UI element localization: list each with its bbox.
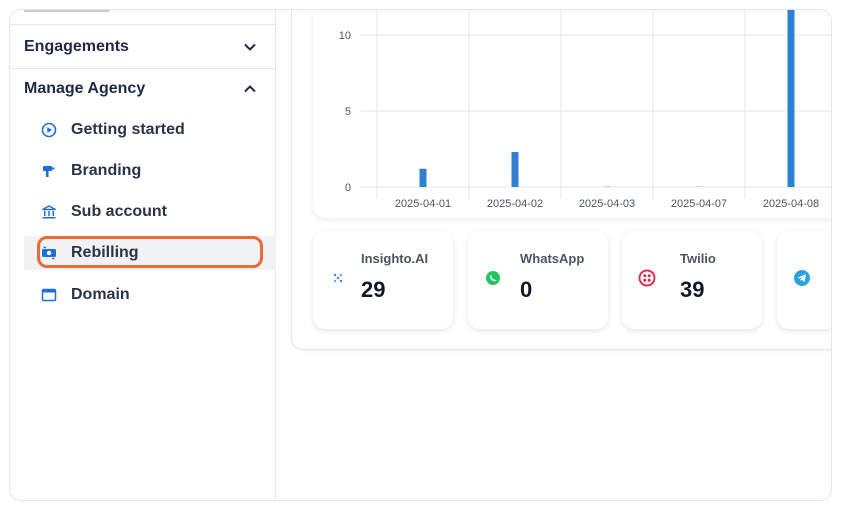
cut-off-menu-label (24, 10, 114, 14)
divider (10, 68, 276, 69)
stat-label: Twilio (680, 251, 716, 266)
stat-card-whatsapp[interactable]: WhatsApp 0 (468, 231, 608, 329)
y-tick-label: 10 (339, 30, 351, 42)
x-tick-label: 2025-04-07 (671, 198, 727, 210)
browser-window-icon (38, 284, 60, 306)
sidebar-item-rebilling[interactable]: Rebilling (24, 236, 276, 270)
money-exchange-icon (38, 242, 60, 264)
sidebar-section-engagements[interactable]: Engagements (24, 36, 257, 58)
chart-bar (695, 186, 703, 187)
stat-card-insighto[interactable]: Insighto.AI 29 (313, 231, 453, 329)
stat-value: 39 (680, 277, 705, 302)
app-frame: Engagements Manage Agency Getting starte… (9, 9, 832, 501)
chevron-up-icon (243, 82, 257, 96)
divider (10, 24, 276, 25)
paint-roller-icon (38, 160, 60, 182)
chart-bar (603, 186, 611, 187)
stat-card-telegram[interactable] (777, 231, 831, 329)
sidebar-item-label: Sub account (71, 203, 168, 220)
bank-icon (38, 201, 60, 223)
section-label: Manage Agency (24, 80, 146, 97)
sidebar: Engagements Manage Agency Getting starte… (10, 10, 276, 500)
chart-bar (511, 152, 519, 187)
sidebar-item-label: Getting started (71, 121, 185, 138)
chevron-down-icon (243, 40, 257, 54)
telegram-icon (793, 269, 811, 287)
sidebar-section-manage-agency[interactable]: Manage Agency (24, 78, 257, 100)
section-label: Engagements (24, 38, 129, 55)
sidebar-item-branding[interactable]: Branding (24, 154, 276, 188)
y-tick-label: 5 (345, 106, 351, 118)
usage-chart-card: 0 5 10 2025-04-01 2025-04-02 2025-04-03 2025-0… (313, 10, 831, 218)
stat-label: Insighto.AI (361, 251, 429, 266)
chart-bar (787, 10, 795, 187)
chart-bar (419, 168, 427, 187)
x-tick-label: 2025-04-08 (763, 198, 819, 210)
sidebar-item-label: Rebilling (71, 244, 139, 261)
main-content: 0 5 10 2025-04-01 2025-04-02 2025-04-03 2025-0… (277, 10, 831, 500)
sidebar-item-sub-account[interactable]: Sub account (24, 195, 276, 229)
play-circle-icon (38, 119, 60, 141)
stat-value: 29 (361, 277, 386, 302)
sidebar-item-domain[interactable]: Domain (24, 278, 276, 312)
usage-bar-chart: 0 5 10 2025-04-01 2025-04-02 2025-04-03 2025-0… (339, 10, 831, 210)
sidebar-item-getting-started[interactable]: Getting started (24, 113, 276, 147)
stat-card-twilio[interactable]: Twilio 39 (622, 231, 762, 329)
x-tick-label: 2025-04-03 (579, 198, 635, 210)
y-tick-label: 0 (345, 182, 351, 194)
sidebar-item-label: Domain (71, 286, 130, 303)
whatsapp-icon (484, 269, 502, 287)
stat-value: 0 (520, 277, 533, 302)
twilio-icon (638, 269, 656, 287)
x-tick-label: 2025-04-02 (487, 198, 543, 210)
stat-label: WhatsApp (520, 251, 585, 266)
x-tick-label: 2025-04-01 (395, 198, 451, 210)
sidebar-item-label: Branding (71, 162, 142, 179)
insighto-icon (329, 269, 347, 287)
